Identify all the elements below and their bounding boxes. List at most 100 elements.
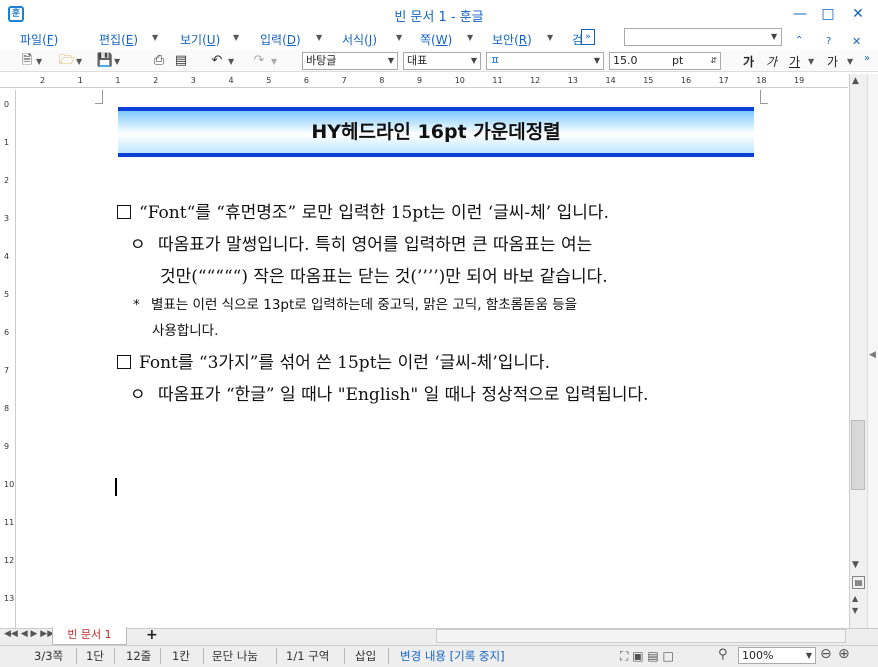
text-color-arrow-icon[interactable]: ▼: [847, 57, 853, 66]
help-icon[interactable]: ?: [826, 36, 831, 47]
ruler-tick-label: 1: [115, 76, 121, 85]
new-doc-icon[interactable]: 🗎: [18, 53, 36, 69]
zoom-search-icon[interactable]: ⚲: [718, 647, 728, 662]
open-folder-icon[interactable]: 🗁: [58, 53, 76, 69]
bold-button[interactable]: 가: [743, 53, 754, 70]
menu-insert-arrow-icon[interactable]: ▼: [316, 33, 322, 42]
body-sub-item-1-cont[interactable]: 것만(“““““) 작은 따옴표는 닫는 것(’’’’)만 되어 바보 같습니다…: [160, 262, 608, 287]
status-page[interactable]: 3/3쪽: [34, 648, 63, 664]
zoom-in-icon[interactable]: ⊕: [838, 646, 850, 662]
menu-format-arrow-icon[interactable]: ▼: [396, 33, 402, 42]
status-paragraph[interactable]: 문단 나눔: [212, 648, 258, 664]
menu-page[interactable]: 쪽(W): [420, 31, 452, 48]
view-mode-icons[interactable]: ⛶ ▣ ▤ □: [620, 649, 674, 664]
open-arrow-icon[interactable]: ▼: [76, 57, 82, 66]
add-tab-button[interactable]: +: [146, 627, 158, 643]
ruler-tick-label: 13: [567, 76, 578, 85]
vertical-ruler[interactable]: 0 1 2 3 4 5 6 7 8 9 10 11 12 13: [0, 90, 16, 628]
ruler-tick-label: 15: [643, 76, 654, 85]
menu-page-arrow-icon[interactable]: ▼: [467, 33, 473, 42]
style-select[interactable]: 바탕글 ▼: [302, 52, 398, 70]
status-separator: [388, 648, 389, 664]
menu-view-arrow-icon[interactable]: ▼: [233, 33, 239, 42]
status-track-changes[interactable]: 변경 내용 [기록 중지]: [400, 648, 505, 664]
scroll-thumb[interactable]: [851, 420, 865, 490]
font-lang-select[interactable]: 대표 ▼: [403, 52, 481, 70]
status-section[interactable]: 1/1 구역: [286, 648, 329, 664]
underline-button[interactable]: 가: [789, 53, 800, 70]
ribbon-collapse-icon[interactable]: ⌃: [795, 35, 803, 46]
scroll-up-icon[interactable]: ▲: [852, 76, 859, 86]
body-sub-item-2[interactable]: ㅇ 따옴표가 “한글” 일 때나 "English" 일 때나 정상적으로 입력됩…: [130, 380, 649, 405]
menu-security-arrow-icon[interactable]: ▼: [547, 33, 553, 42]
print-icon[interactable]: ⎙: [150, 53, 168, 69]
status-separator: [160, 648, 161, 664]
body-sub-item-1[interactable]: ㅇ 따옴표가 말썽입니다. 특히 영어를 입력하면 큰 따옴표는 여는: [130, 230, 592, 255]
status-separator: [344, 648, 345, 664]
menu-expand-icon[interactable]: »: [581, 29, 595, 45]
body-item-2[interactable]: Font를 “3가지”를 섞어 쓴 15pt는 이런 ‘글씨-체’입니다.: [117, 348, 550, 373]
underline-arrow-icon[interactable]: ▼: [808, 57, 814, 66]
ruler-tick-label: 18: [756, 76, 767, 85]
ruler-tick-label: 3: [190, 76, 196, 85]
status-cell[interactable]: 1칸: [172, 648, 190, 664]
menu-view[interactable]: 보기(U): [180, 31, 220, 48]
side-panel-toggle-icon[interactable]: ◀: [869, 350, 876, 360]
tab-document[interactable]: 빈 문서 1: [52, 627, 127, 645]
ruler-tick-label: 10: [4, 480, 15, 489]
menu-edit[interactable]: 편집(E): [99, 31, 138, 48]
redo-arrow-icon[interactable]: ▼: [271, 57, 277, 66]
prev-page-icon[interactable]: ▲: [852, 594, 858, 603]
font-size-select[interactable]: 15.0 pt ⇵: [609, 52, 721, 70]
save-arrow-icon[interactable]: ▼: [114, 57, 120, 66]
text-color-button[interactable]: 가: [827, 53, 838, 70]
quick-search-input[interactable]: [624, 28, 782, 46]
new-doc-arrow-icon[interactable]: ▼: [36, 57, 42, 66]
save-icon[interactable]: 💾: [96, 53, 114, 69]
vertical-scrollbar[interactable]: [849, 74, 867, 628]
ruler-tick-label: 7: [341, 76, 347, 85]
horizontal-ruler[interactable]: 2 1 1 2 3 4 5 6 7 8 9 10 11 12 13 14 15 16 17 18 19: [0, 74, 848, 88]
menu-insert[interactable]: 입력(D): [260, 31, 301, 48]
menu-format[interactable]: 서식(J): [342, 31, 377, 48]
tab-scroll-icons[interactable]: ◀◀ ◀ ▶ ▶▶: [4, 629, 54, 639]
ruler-tick-label: 16: [680, 76, 692, 85]
quick-search-arrow-icon[interactable]: ▼: [771, 32, 777, 41]
menu-security[interactable]: 보안(R): [492, 31, 532, 48]
zoom-select[interactable]: 100% ▼: [738, 647, 816, 664]
ruler-tick-label: 2: [40, 76, 46, 85]
font-name-select[interactable]: ㅍ ▼: [486, 52, 604, 70]
status-line[interactable]: 12줄: [126, 648, 151, 664]
status-insert-mode[interactable]: 삽입: [355, 648, 376, 664]
italic-button[interactable]: 가: [766, 53, 777, 70]
heading-banner[interactable]: HY헤드라인 16pt 가운데정렬: [118, 107, 754, 157]
undo-arrow-icon[interactable]: ▼: [228, 57, 234, 66]
ruler-tick-label: 13: [4, 594, 15, 603]
body-item-1[interactable]: “Font“를 “휴먼명조” 로만 입력한 15pt는 이런 ‘글씨-체’ 입니…: [117, 198, 609, 223]
ruler-tick-label: 6: [303, 76, 309, 85]
text-caret: [115, 478, 117, 496]
undo-icon[interactable]: ↶: [208, 53, 226, 69]
zoom-out-icon[interactable]: ⊖: [820, 646, 832, 662]
body-note[interactable]: * 별표는 이런 식으로 13pt로 입력하는데 중고딕, 맑은 고딕, 함초롬돋…: [133, 293, 577, 313]
redo-icon[interactable]: ↷: [250, 53, 268, 69]
next-page-icon[interactable]: ▼: [852, 606, 858, 615]
body-note-cont[interactable]: 사용합니다.: [152, 319, 218, 339]
menu-file[interactable]: 파일(F): [20, 31, 58, 48]
minimize-icon[interactable]: —: [785, 4, 815, 24]
menu-edit-arrow-icon[interactable]: ▼: [152, 33, 158, 42]
horizontal-scrollbar[interactable]: [436, 629, 846, 643]
close-icon[interactable]: ✕: [843, 4, 873, 24]
toolbar-more-icon[interactable]: »: [864, 53, 870, 64]
page-view-icon[interactable]: ▤: [852, 576, 865, 589]
scroll-down-icon[interactable]: ▼: [852, 560, 859, 570]
ruler-tick-label: 0: [4, 100, 10, 109]
preview-icon[interactable]: ▤: [172, 53, 190, 69]
maximize-icon[interactable]: □: [813, 4, 843, 24]
ruler-tick-label: 3: [4, 214, 10, 223]
status-column[interactable]: 1단: [86, 648, 104, 664]
close-doc-icon[interactable]: ✕: [852, 35, 861, 48]
window-title: 빈 문서 1 - 훈글: [394, 10, 484, 25]
ruler-tick-label: 1: [77, 76, 83, 85]
ruler-tick-label: 4: [228, 76, 234, 85]
